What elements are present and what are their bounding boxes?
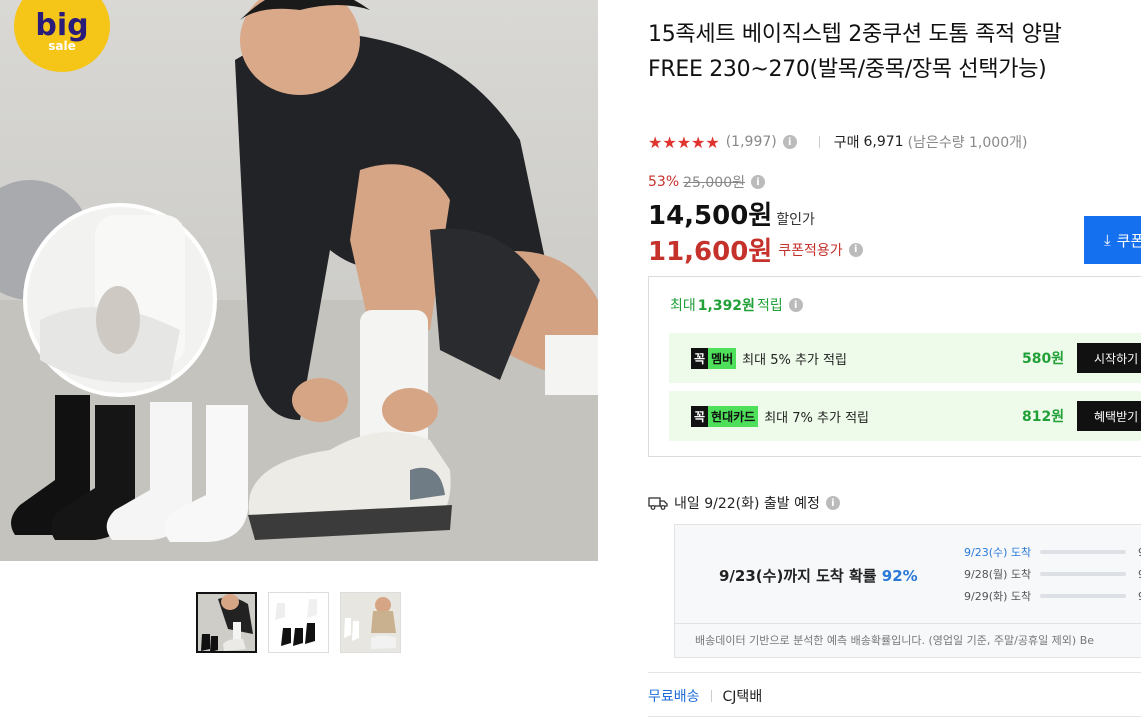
product-photo (0, 0, 598, 561)
buy-count: 6,971 (863, 134, 904, 150)
probability-line: 9/29(화) 도착 9 (964, 588, 1141, 604)
kkok-tag: 꼭 (691, 405, 709, 427)
probability-line: 9/23(수) 도착 9 (964, 544, 1141, 560)
thumbnail-3[interactable] (340, 592, 401, 653)
kkok-card-badge: 꼭 현대카드 (691, 405, 759, 427)
start-button[interactable]: 시작하기 (1077, 343, 1141, 373)
thumbnail-1-image (198, 594, 255, 651)
reward-box: 최대 1,392원 적립 i 꼭 멤버 최대 5% 추가 적립 580원 시작하… (648, 276, 1141, 457)
remaining-stock: (남은수량 1,000개) (907, 135, 1028, 151)
delivery-probability-box: 9/23(수)까지 도착 확률 92% 9/23(수) 도착 9 9/28(월)… (674, 524, 1141, 658)
reward-desc: 최대 5% 추가 적립 (742, 352, 847, 368)
shipping-method-row: 무료배송 CJ택배 (648, 672, 1141, 706)
discount-rate: 53% (648, 174, 680, 190)
rating-row: ★★★★★ (1,997) i 구매 6,971 (남은수량 1,000개) (648, 132, 1027, 152)
get-benefit-button[interactable]: 혜택받기 (1077, 401, 1141, 431)
delivery-note: 배송데이터 기반으로 분석한 예측 배송확률입니다. (영업일 기준, 주말/공… (675, 623, 1141, 648)
info-icon[interactable]: i (788, 298, 803, 312)
badge-big-text: big (35, 8, 89, 43)
reward-desc: 최대 7% 추가 적립 (764, 410, 869, 426)
probability-bar (1040, 594, 1126, 598)
info-icon[interactable]: i (782, 135, 797, 149)
truck-icon (648, 497, 668, 510)
reward-item-hyundai-card: 꼭 현대카드 최대 7% 추가 적립 812원 혜택받기 (669, 391, 1141, 441)
probability-line: 9/28(월) 도착 9 (964, 566, 1141, 582)
arrival-day: 9/29(화) 도착 (964, 590, 1032, 603)
reward-header: 최대 1,392원 적립 i (670, 295, 803, 315)
thumbnail-strip (196, 592, 401, 653)
card-tag: 현대카드 (708, 405, 759, 427)
departure-text: 내일 9/22(화) 출발 예정 (674, 496, 820, 512)
arrival-probability-label: 9/23(수)까지 도착 확률 (719, 567, 877, 585)
review-count[interactable]: (1,997) (726, 134, 777, 150)
info-icon[interactable]: i (848, 242, 863, 257)
buy-label: 구매 (833, 135, 860, 151)
departure-row: 내일 9/22(화) 출발 예정 i (648, 493, 840, 513)
kkok-member-badge: 꼭 멤버 (691, 347, 737, 369)
probability-bar (1040, 572, 1126, 576)
info-icon[interactable]: i (751, 175, 765, 189)
reward-item-member: 꼭 멤버 최대 5% 추가 적립 580원 시작하기 (669, 333, 1141, 383)
product-info-panel: 15족세트 베이직스텝 2중쿠션 도톰 족적 양말 FREE 230~270(발… (648, 0, 1141, 721)
divider (818, 136, 820, 148)
arrival-day: 9/28(월) 도착 (964, 568, 1032, 581)
coupon-button-label: 쿠폰 (1116, 231, 1141, 250)
thumbnail-3-image (341, 593, 400, 652)
divider (710, 690, 712, 702)
reward-amount: 580원 (1022, 351, 1065, 367)
arrival-probability-value: 92% (881, 567, 918, 585)
coupon-price: 11,600원 (648, 237, 773, 267)
reward-header-amount: 1,392원 (697, 298, 755, 314)
original-price: 25,000원 (683, 175, 745, 191)
member-tag: 멤버 (708, 347, 737, 369)
courier-name: CJ택배 (722, 689, 763, 705)
product-main-image: big sale (0, 0, 598, 561)
thumbnail-2[interactable] (268, 592, 329, 653)
thumbnail-1[interactable] (196, 592, 257, 653)
free-shipping-label: 무료배송 (648, 689, 700, 705)
divider (648, 716, 1141, 717)
coupon-price-row: 11,600원 쿠폰적용가 i (648, 231, 863, 268)
reward-header-prefix: 최대 (670, 298, 696, 314)
download-icon: ⤓ (1104, 231, 1111, 249)
info-icon[interactable]: i (825, 496, 840, 510)
sale-price: 14,500원 (648, 201, 773, 231)
reward-header-suffix: 적립 (756, 298, 783, 314)
rating-stars[interactable]: ★★★★★ (648, 133, 720, 152)
coupon-price-label: 쿠폰적용가 (778, 242, 843, 259)
badge-sale-text: sale (48, 39, 76, 53)
reward-amount: 812원 (1022, 409, 1065, 425)
kkok-tag: 꼭 (691, 347, 709, 369)
probability-bar (1040, 550, 1126, 554)
arrival-probability: 9/23(수)까지 도착 확률 92% (719, 565, 918, 586)
arrival-day: 9/23(수) 도착 (964, 546, 1032, 559)
price-row: 14,500원 할인가 (648, 195, 815, 232)
discount-row: 53% 25,000원 i (648, 172, 765, 192)
sale-price-label: 할인가 (776, 212, 815, 228)
coupon-download-button[interactable]: ⤓ 쿠폰 (1084, 216, 1141, 264)
thumbnail-2-image (269, 593, 328, 652)
product-title: 15족세트 베이직스텝 2중쿠션 도톰 족적 양말 FREE 230~270(발… (648, 22, 1062, 82)
